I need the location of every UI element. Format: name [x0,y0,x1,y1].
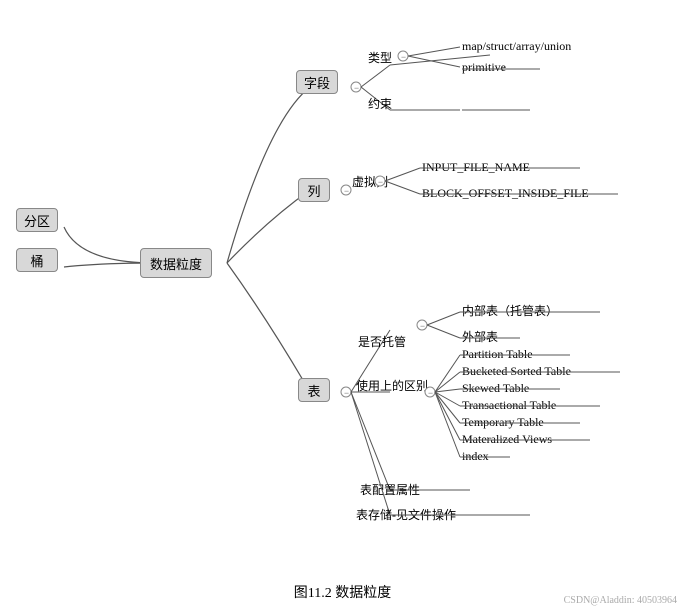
partition-label: 分区 [24,211,50,230]
column-node: 列 [298,178,330,202]
mind-map-svg: − 类型 − map/struct/array/union primitive … [0,0,685,570]
column-label: 列 [307,181,320,200]
svg-text:−: − [428,388,433,398]
table-node: 表 [298,378,330,402]
field-label: 字段 [304,73,330,92]
svg-text:外部表: 外部表 [462,329,498,344]
svg-text:Skewed Table: Skewed Table [462,381,529,395]
svg-text:Bucketed Sorted Table: Bucketed Sorted Table [462,364,571,378]
svg-text:Temporary Table: Temporary Table [462,415,544,429]
svg-text:约束: 约束 [368,96,392,111]
svg-text:Partition Table: Partition Table [462,347,533,361]
svg-text:INPUT_FILE_NAME: INPUT_FILE_NAME [422,160,530,174]
watermark: CSDN@Aladdin: 40503964 [564,595,677,606]
diagram-container: − 类型 − map/struct/array/union primitive … [0,0,685,570]
svg-text:−: − [420,321,425,331]
figure-label: 图11.2 数据粒度 [294,586,391,601]
table-label: 表 [307,381,320,400]
center-node: 数据粒度 [140,248,212,278]
svg-text:−: − [401,52,406,62]
svg-text:−: − [354,83,359,93]
bucket-label: 桶 [30,251,43,270]
svg-text:内部表（托管表）: 内部表（托管表） [462,303,558,318]
bucket-node: 桶 [16,248,58,272]
svg-text:使用上的区别: 使用上的区别 [356,378,428,393]
svg-text:类型: 类型 [368,51,392,65]
svg-text:index: index [462,449,489,463]
svg-text:−: − [344,388,349,398]
field-node: 字段 [296,70,338,94]
svg-text:BLOCK_OFFSET_INSIDE_FILE: BLOCK_OFFSET_INSIDE_FILE [422,186,589,200]
center-node-label: 数据粒度 [150,254,202,273]
svg-text:map/struct/array/union: map/struct/array/union [462,39,571,53]
svg-text:−: − [344,186,349,196]
svg-text:−: − [378,177,383,187]
svg-text:Materalized Views: Materalized Views [462,432,552,446]
svg-text:primitive: primitive [462,60,506,74]
svg-text:Transactional Table: Transactional Table [462,398,556,412]
svg-text:是否托管: 是否托管 [358,334,406,349]
partition-node: 分区 [16,208,58,232]
